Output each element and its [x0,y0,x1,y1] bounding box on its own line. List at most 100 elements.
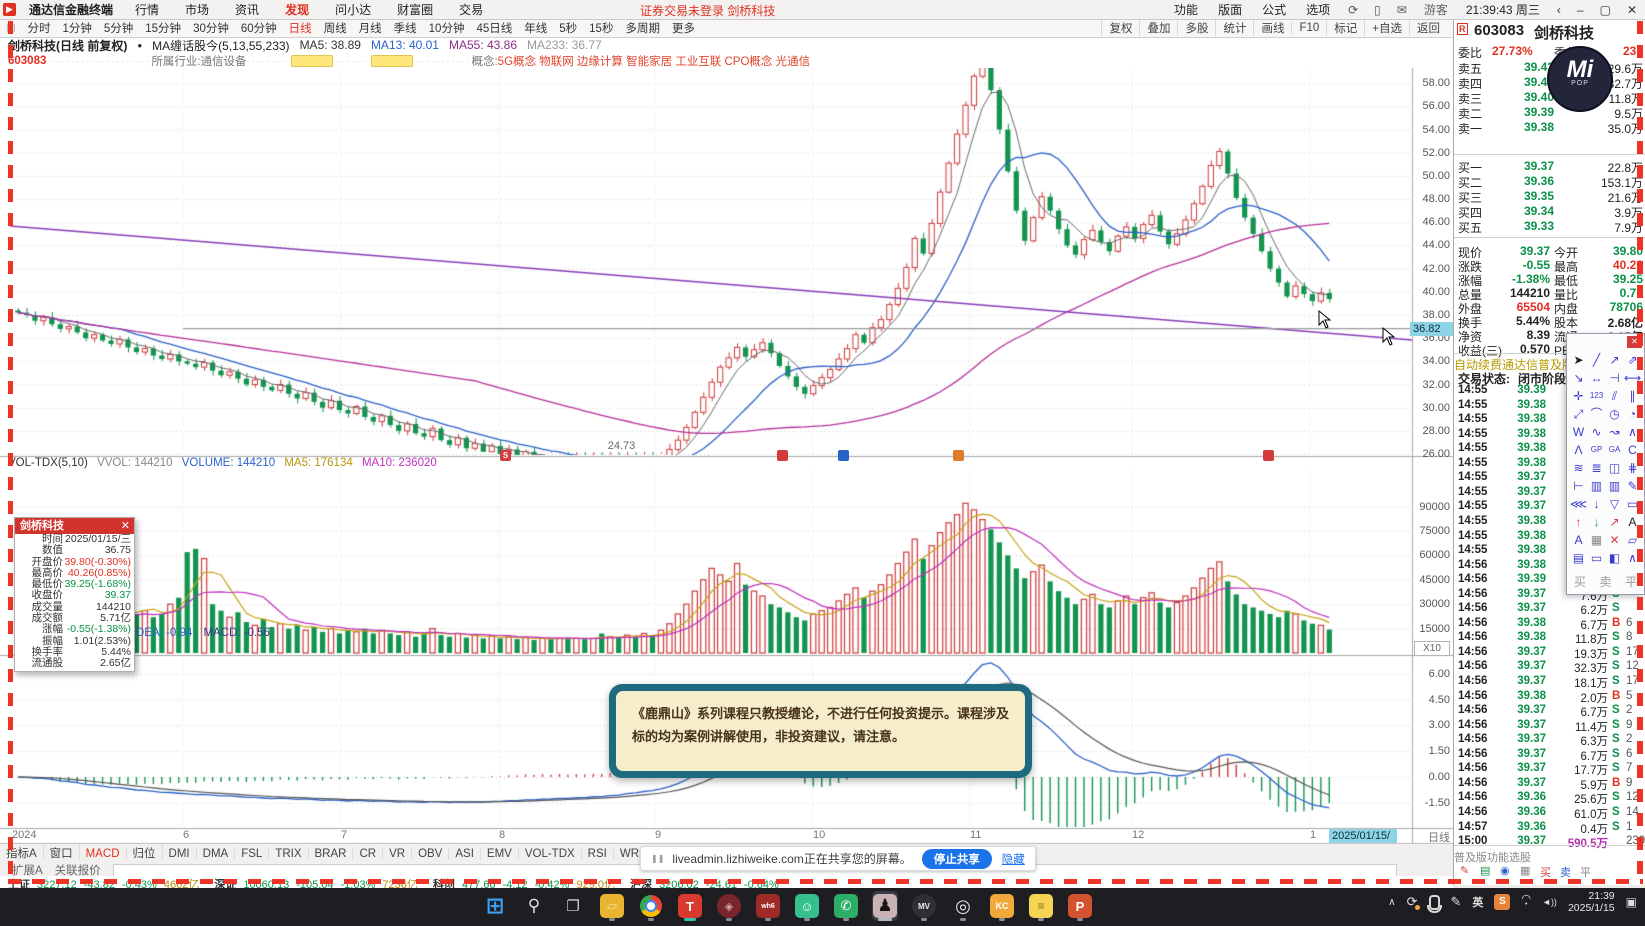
tick-row[interactable]: 14:56 39.37 32.3万 S 12 [1454,660,1645,675]
timeframe-30分钟[interactable]: 30分钟 [193,20,229,36]
draw-tool-icon[interactable]: ✕ [1606,532,1623,548]
taskbar-icon-qq[interactable]: ♟ [872,891,898,921]
tick-row[interactable]: 14:56 39.37 6.2万 S [1454,602,1645,617]
ma-indicator-name[interactable]: MA缠话股今(5,13,55,233) [152,37,289,54]
event-flag-icon[interactable]: S [500,450,511,461]
panel-bottom-icons[interactable]: ✎ ▤ ◉ ▦ 买卖平 [1454,864,1645,879]
draw-tool-icon[interactable]: Λ [1570,442,1587,458]
tick-row[interactable]: 15:00 39.37 590.5万 239 [1454,835,1645,850]
concept-list[interactable]: 5G概念 物联网 边缘计算 智能家居 工业互联 CPO概念 光通信 [498,53,810,69]
draw-tool-icon[interactable]: ↝ [1606,424,1623,440]
draw-mode-卖[interactable]: 卖 [1599,573,1611,590]
popup-close-icon[interactable]: ✕ [121,518,130,534]
toggle-dot-icon[interactable]: ● [137,41,142,50]
event-flag-icon[interactable] [953,450,964,461]
tick-row[interactable]: 14:56 39.37 6.7万 S 6 [1454,748,1645,763]
refresh-icon[interactable]: ⟳ [1348,3,1358,17]
s-app-tray-icon[interactable]: S [1494,894,1511,910]
taskbar-icon-camera-app[interactable]: ◎ [950,891,976,921]
toolbar-grid-icon[interactable]: ▣ [6,23,15,34]
draw-tool-icon[interactable]: ╱ [1588,352,1605,368]
sync-icon[interactable]: ⟳ [1407,894,1420,910]
indicator-tab-窗口[interactable]: 窗口 [44,844,80,861]
draw-tool-icon[interactable]: ◫ [1606,460,1623,476]
timeframe-分时[interactable]: 分时 [27,20,50,36]
tick-row[interactable]: 14:56 39.37 17.7万 S 7 [1454,762,1645,777]
quote-row[interactable]: 卖一 39.38 35.0万 [1454,120,1645,136]
timeframe-月线[interactable]: 月线 [359,20,382,36]
event-flag-icon[interactable] [838,450,849,461]
draw-tool-icon[interactable]: ∧ [1624,424,1641,440]
draw-tool-icon[interactable]: ▦ [1588,532,1605,548]
tool-返回[interactable]: 返回 [1409,20,1447,36]
taskbar-icon-mv-app[interactable]: MV [911,891,937,921]
draw-tool-icon[interactable]: GA [1606,442,1623,458]
palette-close-icon[interactable]: ✕ [1627,336,1642,348]
timeframe-5秒[interactable]: 5秒 [559,20,577,36]
timeframe-15分钟[interactable]: 15分钟 [145,20,181,36]
taskbar-icon-task-view[interactable]: ❐ [560,891,586,921]
timeframe-更多[interactable]: 更多 [672,20,695,36]
draw-tool-icon[interactable]: GP [1588,442,1605,458]
panel-tool-icon[interactable]: 卖 [1560,864,1571,880]
draw-tool-icon[interactable]: ⫽ [1606,388,1623,404]
draw-tool-icon[interactable]: ↗ [1606,352,1623,368]
draw-tool-icon[interactable]: ∿ [1588,424,1605,440]
indicator-tab-归位[interactable]: 归位 [127,844,163,861]
taskbar-icon-powerpoint[interactable]: P [1067,891,1093,921]
panel-tool-icon[interactable]: ✎ [1460,864,1469,877]
draw-tool-icon[interactable]: ▱ [1624,532,1641,548]
tick-row[interactable]: 14:56 39.37 5.9万 B 9 [1454,777,1645,792]
tick-row[interactable]: 14:56 39.37 18.1万 S 17 [1454,675,1645,690]
panel-tool-icon[interactable]: ▦ [1520,864,1530,877]
indicator-tab-MACD[interactable]: MACD [80,847,127,860]
taskbar-icon-green-cam-app[interactable]: ☺ [794,891,820,921]
timeframe-10分钟[interactable]: 10分钟 [429,20,465,36]
menu-item-财富圈[interactable]: 财富圈 [397,1,433,18]
draw-tool-icon[interactable]: A [1624,514,1641,530]
industry-value[interactable]: 通信设备 [201,53,247,69]
mail-icon[interactable]: ✉ [1397,3,1407,17]
event-flag-icon[interactable] [1263,450,1274,461]
menu-item-资讯[interactable]: 资讯 [235,1,259,18]
draw-tool-icon[interactable]: ≣ [1588,460,1605,476]
close-icon[interactable]: ✕ [1627,3,1637,17]
taskbar-icon-tdx-app[interactable]: T [677,891,703,921]
draw-tool-icon[interactable]: ▥ [1606,478,1623,494]
menu-item-问小达[interactable]: 问小达 [335,1,371,18]
quote-row[interactable]: 买一 39.37 22.8万 [1454,159,1645,175]
quote-row[interactable]: 买五 39.33 7.9万 [1454,219,1645,235]
tick-row[interactable]: 14:56 39.36 25.6万 S 12 [1454,791,1645,806]
tool-复权[interactable]: 复权 [1101,20,1139,36]
timeframe-45日线[interactable]: 45日线 [476,20,512,36]
draw-tool-icon[interactable]: ▤ [1570,550,1587,566]
tool-多股[interactable]: 多股 [1177,20,1215,36]
taskbar-icon-wechat[interactable]: ✆ [833,891,859,921]
tick-row[interactable]: 14:56 39.37 6.7万 S 2 [1454,704,1645,719]
draw-tool-icon[interactable]: ▭ [1588,550,1605,566]
menu-item-行情[interactable]: 行情 [135,1,159,18]
panel-tool-icon[interactable]: ▤ [1480,864,1490,877]
indicator-tab-DMA[interactable]: DMA [197,847,236,860]
timeframe-季线[interactable]: 季线 [394,20,417,36]
draw-tool-icon[interactable]: ⟷ [1624,370,1641,386]
ime-indicator[interactable]: 英 [1472,894,1483,910]
timeframe-多周期[interactable]: 多周期 [625,20,660,36]
tool-F10[interactable]: F10 [1291,22,1326,34]
timeframe-1分钟[interactable]: 1分钟 [62,20,91,36]
draw-mode-买[interactable]: 买 [1574,573,1586,590]
taskbar-icon-explorer[interactable]: ▱ [599,891,625,921]
indicator-tab-ASI[interactable]: ASI [449,847,481,860]
draw-tool-icon[interactable]: C [1624,442,1641,458]
indicator-tab-OBV[interactable]: OBV [412,847,450,860]
wifi-icon[interactable]: ◠ • [1521,894,1531,909]
menu-item-版面[interactable]: 版面 [1218,1,1242,18]
draw-tool-icon[interactable]: ◷ [1606,406,1623,422]
timeframe-年线[interactable]: 年线 [524,20,547,36]
taskbar-icon-search[interactable]: ⚲ [521,891,547,921]
phone-icon[interactable]: ▯ [1374,3,1381,17]
indicator-tab-TRIX[interactable]: TRIX [269,847,309,860]
taskbar-icon-start[interactable]: ⊞ [482,891,508,921]
panel-tool-icon[interactable]: 平 [1580,864,1591,880]
maximize-icon[interactable]: ▢ [1600,3,1611,17]
